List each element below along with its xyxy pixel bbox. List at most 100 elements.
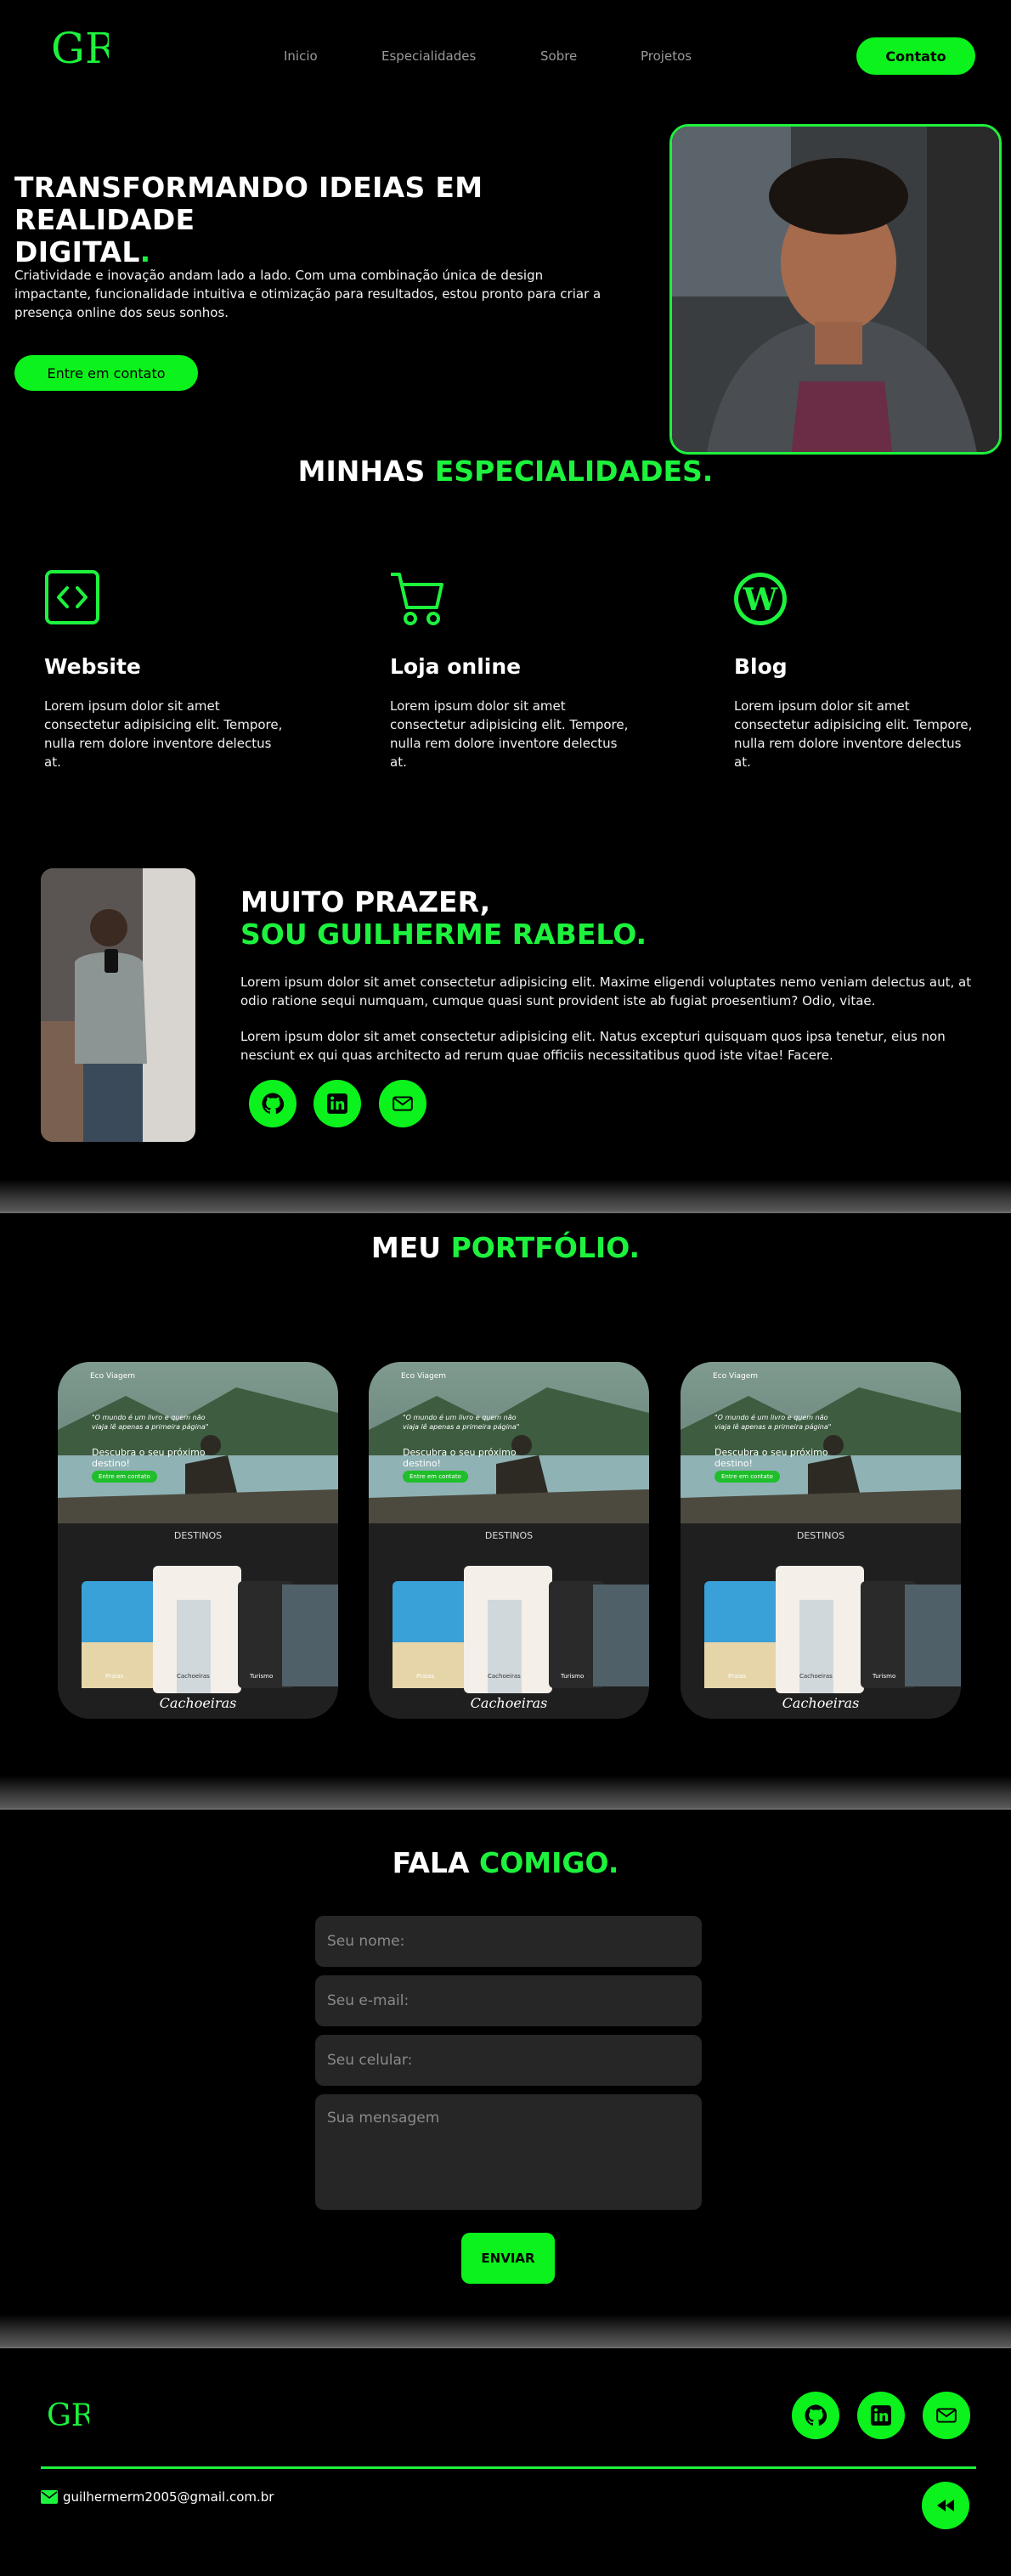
phone-input[interactable] <box>315 2035 702 2086</box>
logo[interactable]: GR <box>49 19 118 85</box>
contact-title-green: COMIGO. <box>479 1846 619 1879</box>
rewind-icon <box>937 2500 954 2511</box>
github-icon <box>262 1093 284 1115</box>
card-headline: Descubra o seu próximo destino! <box>714 1447 828 1469</box>
about-title-line1: MUITO PRAZER, <box>240 885 491 918</box>
card-caption-2: Cachoeiras <box>177 1673 210 1680</box>
hero-title-line1: TRANSFORMANDO IDEIAS EM REALIDADE <box>14 171 483 236</box>
card-caption-1: Praias <box>728 1673 747 1680</box>
card-section-title: DESTINOS <box>173 1530 223 1541</box>
footer-linkedin-button[interactable] <box>857 2392 905 2439</box>
spec-title-blog: Blog <box>734 654 788 679</box>
footer-divider <box>41 2466 976 2469</box>
code-icon <box>44 569 104 629</box>
hero-title-word: DIGITAL <box>14 235 140 268</box>
card-cta: Entre em contato <box>714 1471 780 1483</box>
wordpress-icon: W <box>732 569 792 629</box>
github-button[interactable] <box>249 1080 297 1127</box>
footer-email-button[interactable] <box>923 2392 970 2439</box>
card-cta: Entre em contato <box>92 1471 157 1483</box>
mail-icon <box>41 2490 58 2504</box>
hero-text: Criatividade e inovação andam lado a lad… <box>14 268 602 320</box>
section-divider <box>0 1179 1011 1212</box>
footer-email-text: guilhermerm2005@gmail.com.br <box>63 2489 274 2505</box>
about-photo <box>41 868 195 1142</box>
cart-icon <box>388 569 448 629</box>
spec-text-website: Lorem ipsum dolor sit amet consectetur a… <box>44 698 283 770</box>
card-big-caption: Cachoeiras <box>470 1695 548 1711</box>
card-section-title: DESTINOS <box>484 1530 534 1541</box>
hero-title: TRANSFORMANDO IDEIAS EM REALIDADE DIGITA… <box>14 172 643 268</box>
name-input[interactable] <box>315 1916 702 1967</box>
envelope-icon <box>393 1096 413 1111</box>
spec-text-blog: Lorem ipsum dolor sit amet consectetur a… <box>734 698 973 770</box>
portfolio-card[interactable]: Eco Viagem "O mundo é um livro e quem nã… <box>681 1362 961 1719</box>
specialties-title-white: MINHAS <box>297 455 426 488</box>
spec-text-loja: Lorem ipsum dolor sit amet consectetur a… <box>390 698 629 770</box>
section-divider-line <box>0 1212 1011 1213</box>
card-caption-3: Turismo <box>561 1673 585 1680</box>
message-input[interactable] <box>315 2094 702 2210</box>
nav-inicio[interactable]: Inicio <box>284 48 318 64</box>
hero-title-line2: DIGITAL. <box>14 236 643 268</box>
portfolio-title-green: PORTFÓLIO. <box>450 1231 641 1264</box>
card-caption-2: Cachoeiras <box>488 1673 521 1680</box>
card-quote: "O mundo é um livro e quem não viaja lê … <box>714 1414 832 1431</box>
card-cta: Entre em contato <box>403 1471 468 1483</box>
hero-photo <box>669 124 1002 455</box>
card-section-title: DESTINOS <box>796 1530 845 1541</box>
card-big-caption: Cachoeiras <box>782 1695 860 1711</box>
card-brand: Eco Viagem <box>713 1372 758 1381</box>
portfolio-card[interactable]: Eco Viagem "O mundo é um livro e quem nã… <box>369 1362 649 1719</box>
specialties-title: MINHAS ESPECIALIDADES. <box>0 455 1011 488</box>
card-caption-3: Turismo <box>250 1673 274 1680</box>
card-big-caption: Cachoeiras <box>159 1695 237 1711</box>
portfolio-title: MEU PORTFÓLIO. <box>0 1231 1011 1264</box>
hero-contact-button[interactable]: Entre em contato <box>14 355 198 391</box>
card-caption-2: Cachoeiras <box>799 1673 833 1680</box>
card-brand: Eco Viagem <box>401 1372 446 1381</box>
section-divider-line-2 <box>0 1808 1011 1810</box>
nav-sobre[interactable]: Sobre <box>540 48 577 64</box>
card-caption-1: Praias <box>105 1673 124 1680</box>
about-paragraph-1: Lorem ipsum dolor sit amet consectetur a… <box>240 974 972 1008</box>
contact-title-white: FALA <box>392 1846 470 1879</box>
linkedin-icon <box>871 2405 891 2426</box>
section-divider-3 <box>0 2314 1011 2347</box>
card-quote: "O mundo é um livro e quem não viaja lê … <box>92 1414 209 1431</box>
card-headline: Descubra o seu próximo destino! <box>403 1447 517 1469</box>
svg-text:W: W <box>743 582 778 618</box>
spec-title-website: Website <box>44 654 141 679</box>
spec-title-loja: Loja online <box>390 654 522 679</box>
email-button[interactable] <box>379 1080 426 1127</box>
section-divider-line-3 <box>0 2347 1011 2348</box>
portfolio-card[interactable]: Eco Viagem "O mundo é um livro e quem nã… <box>58 1362 338 1719</box>
envelope-icon <box>936 2408 957 2423</box>
card-quote: "O mundo é um livro e quem não viaja lê … <box>403 1414 520 1431</box>
about-title: MUITO PRAZER, SOU GUILHERME RABELO. <box>240 886 647 951</box>
footer-github-button[interactable] <box>792 2392 839 2439</box>
about-title-line2: SOU GUILHERME RABELO. <box>240 918 647 951</box>
github-icon <box>805 2404 827 2426</box>
section-divider-2 <box>0 1776 1011 1808</box>
card-caption-3: Turismo <box>873 1673 896 1680</box>
nav-projetos[interactable]: Projetos <box>641 48 692 64</box>
about-paragraph-2: Lorem ipsum dolor sit amet consectetur a… <box>240 1029 946 1063</box>
card-brand: Eco Viagem <box>90 1372 135 1381</box>
footer-logo[interactable]: GR <box>47 2392 95 2439</box>
logo-text: GR <box>51 24 109 73</box>
card-caption-1: Praias <box>416 1673 435 1680</box>
portfolio-title-white: MEU <box>370 1231 442 1264</box>
nav-especialidades[interactable]: Especialidades <box>381 48 476 64</box>
contact-button[interactable]: Contato <box>856 37 975 75</box>
linkedin-button[interactable] <box>313 1080 361 1127</box>
specialties-title-green: ESPECIALIDADES. <box>434 455 714 488</box>
back-to-top-button[interactable] <box>922 2482 969 2529</box>
card-headline: Descubra o seu próximo destino! <box>92 1447 206 1469</box>
email-input[interactable] <box>315 1975 702 2026</box>
linkedin-icon <box>327 1093 347 1114</box>
send-button[interactable]: ENVIAR <box>461 2233 555 2284</box>
footer-email[interactable]: guilhermerm2005@gmail.com.br <box>41 2489 274 2505</box>
contact-title: FALA COMIGO. <box>0 1846 1011 1879</box>
hero-title-dot: . <box>139 235 151 268</box>
